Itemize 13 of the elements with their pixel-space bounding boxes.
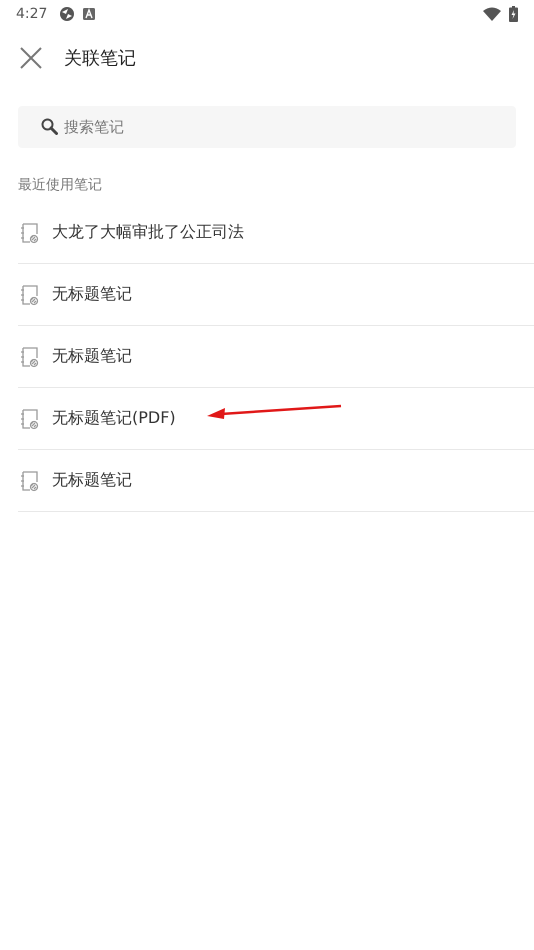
note-item[interactable]: 无标题笔记 <box>18 264 534 326</box>
notification-icon <box>83 8 96 20</box>
close-icon[interactable] <box>20 47 42 69</box>
battery-icon <box>509 6 518 22</box>
sync-icon <box>59 6 76 22</box>
note-item[interactable]: 无标题笔记 <box>18 326 534 388</box>
note-item[interactable]: 无标题笔记 <box>18 450 534 512</box>
note-item[interactable]: 大龙了大幅审批了公正司法 <box>18 202 534 264</box>
page-title: 关联笔记 <box>64 47 136 70</box>
wifi-icon <box>483 7 501 21</box>
section-label: 最近使用笔记 <box>17 176 103 194</box>
status-time: 4:27 <box>16 6 48 22</box>
search-field[interactable]: 搜索笔记 <box>18 106 516 148</box>
